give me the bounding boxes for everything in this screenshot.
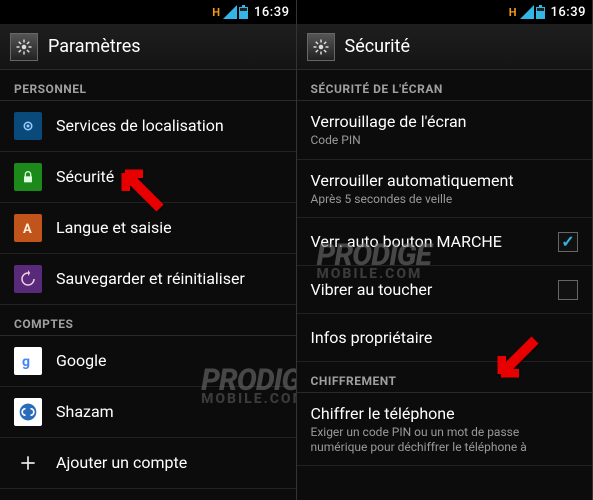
row-sublabel: Après 5 secondes de veille: [311, 192, 579, 206]
section-screen-security: SÉCURITÉ DE L'ÉCRAN: [297, 70, 593, 101]
status-bar: H 16:39: [297, 0, 593, 24]
row-sublabel: Code PIN: [311, 133, 579, 147]
row-label: Verrouiller automatiquement: [311, 171, 579, 190]
battery-icon: [239, 5, 248, 19]
location-icon: [14, 112, 42, 140]
svg-text:g: g: [22, 354, 30, 370]
backup-icon: [14, 265, 42, 293]
shazam-icon: [14, 398, 42, 426]
page-title: Sécurité: [345, 36, 411, 57]
checkbox-checked[interactable]: ✓: [558, 232, 578, 252]
row-label: Services de localisation: [56, 116, 282, 135]
security-list: SÉCURITÉ DE L'ÉCRAN Verrouillage de l'éc…: [297, 70, 593, 466]
signal-icon: [520, 5, 534, 19]
row-label: Ajouter un compte: [56, 453, 282, 472]
status-bar: H 16:39: [0, 0, 296, 24]
net-type-indicator: H: [212, 6, 220, 19]
row-security[interactable]: Sécurité: [0, 152, 296, 203]
row-screen-lock[interactable]: Verrouillage de l'écran Code PIN: [297, 101, 593, 160]
section-encryption: CHIFFREMENT: [297, 362, 593, 393]
signal-icon: [223, 5, 237, 19]
row-vibrate[interactable]: Vibrer au toucher: [297, 266, 593, 314]
battery-icon: [536, 5, 545, 19]
page-title: Paramètres: [48, 36, 141, 57]
row-auto-lock[interactable]: Verrouiller automatiquement Après 5 seco…: [297, 160, 593, 219]
row-label: Chiffrer le téléphone: [311, 404, 579, 423]
row-label: Shazam: [56, 402, 282, 421]
checkbox-unchecked[interactable]: [558, 280, 578, 300]
settings-list: PERSONNEL Services de localisation Sécur…: [0, 70, 296, 500]
net-type-indicator: H: [509, 6, 517, 19]
app-header: Sécurité: [297, 24, 593, 70]
row-power-lock[interactable]: Verr. auto bouton MARCHE ✓: [297, 218, 593, 266]
google-icon: g: [14, 347, 42, 375]
row-language[interactable]: A Langue et saisie: [0, 203, 296, 254]
row-label: Google: [56, 351, 282, 370]
row-label: Infos propriétaire: [311, 328, 579, 347]
row-label: Verrouillage de l'écran: [311, 112, 579, 131]
row-shazam[interactable]: Shazam: [0, 387, 296, 438]
row-label: Vibrer au toucher: [311, 280, 545, 299]
screenshot-left: H 16:39 Paramètres PERSONNEL Services de…: [0, 0, 297, 500]
row-label: Langue et saisie: [56, 218, 282, 237]
lock-icon: [14, 163, 42, 191]
plus-icon: [14, 449, 42, 477]
row-label: Sécurité: [56, 167, 282, 186]
row-backup[interactable]: Sauvegarder et réinitialiser: [0, 254, 296, 305]
row-location[interactable]: Services de localisation: [0, 101, 296, 152]
section-systeme: SYSTÈME: [0, 489, 296, 500]
status-clock: 16:39: [254, 5, 289, 20]
row-sublabel: Exiger un code PIN ou un mot de passe nu…: [311, 425, 579, 454]
section-personnel: PERSONNEL: [0, 70, 296, 101]
row-encrypt[interactable]: Chiffrer le téléphone Exiger un code PIN…: [297, 393, 593, 466]
screenshot-right: H 16:39 Sécurité SÉCURITÉ DE L'ÉCRAN Ver…: [297, 0, 593, 500]
row-label: Sauvegarder et réinitialiser: [56, 269, 282, 288]
row-google[interactable]: g Google: [0, 336, 296, 387]
row-add-account[interactable]: Ajouter un compte: [0, 438, 296, 489]
section-comptes: COMPTES: [0, 305, 296, 336]
settings-icon[interactable]: [307, 33, 335, 61]
row-label: Verr. auto bouton MARCHE: [311, 232, 545, 251]
settings-icon: [10, 33, 38, 61]
status-clock: 16:39: [551, 5, 586, 20]
row-owner-info[interactable]: Infos propriétaire: [297, 314, 593, 362]
language-icon: A: [14, 214, 42, 242]
svg-text:A: A: [23, 222, 32, 236]
app-header: Paramètres: [0, 24, 296, 70]
